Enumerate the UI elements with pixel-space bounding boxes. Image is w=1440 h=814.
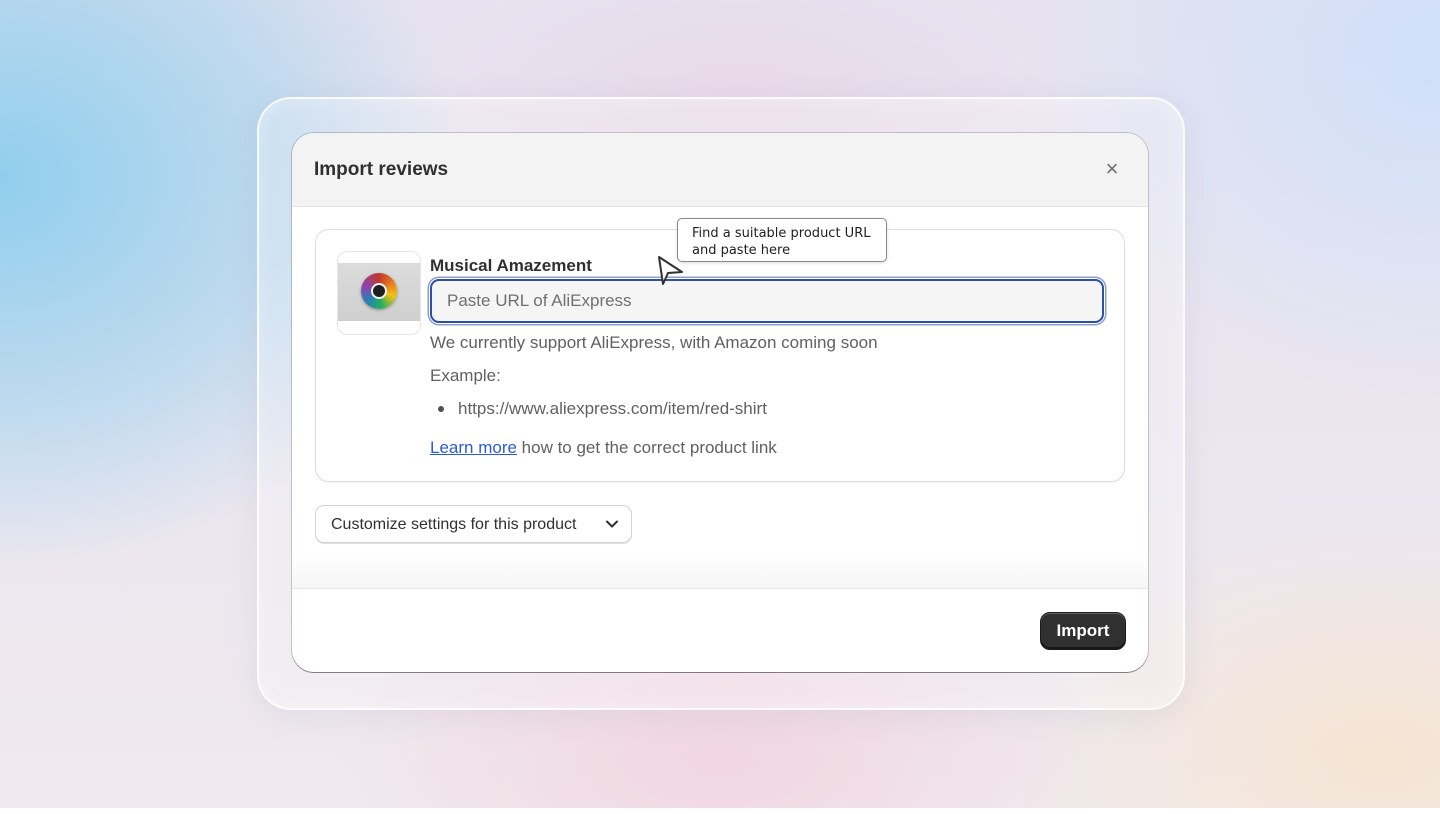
tooltip-line-2: and paste here — [692, 243, 791, 258]
thumbnail-image — [338, 263, 420, 321]
example-list: https://www.aliexpress.com/item/red-shir… — [430, 399, 767, 419]
support-text: We currently support AliExpress, with Am… — [430, 333, 878, 352]
product-name: Musical Amazement — [430, 256, 592, 275]
list-item: https://www.aliexpress.com/item/red-shir… — [430, 399, 767, 419]
product-thumbnail — [337, 251, 421, 335]
modal-header: Import reviews × — [292, 133, 1148, 207]
close-icon[interactable]: × — [1100, 157, 1124, 181]
learn-more-link[interactable]: Learn more — [430, 438, 517, 457]
example-url: https://www.aliexpress.com/item/red-shir… — [458, 399, 767, 418]
pointer-cursor-icon — [658, 256, 683, 285]
chevron-down-icon — [606, 520, 618, 528]
learn-more-text: how to get the correct product link — [516, 438, 777, 457]
scroll-fade — [292, 553, 1148, 588]
hint-tooltip: Find a suitable product URL and paste he… — [677, 218, 887, 262]
tooltip-line-1: Find a suitable product URL — [692, 226, 871, 241]
learn-more-line: Learn more how to get the correct produc… — [430, 438, 777, 458]
product-url-input[interactable] — [430, 279, 1104, 323]
product-card: Musical Amazement We currently support A… — [315, 229, 1125, 482]
customize-settings-label: Customize settings for this product — [331, 516, 577, 533]
import-reviews-modal: Import reviews × Musical Amazement We cu… — [292, 133, 1148, 672]
customize-settings-button[interactable]: Customize settings for this product — [315, 505, 632, 543]
modal-footer: Import — [292, 588, 1148, 672]
import-button[interactable]: Import — [1040, 612, 1126, 650]
cd-disc-icon — [361, 273, 397, 309]
example-label: Example: — [430, 366, 501, 385]
modal-title: Import reviews — [314, 159, 449, 180]
bullet-icon — [438, 406, 444, 412]
